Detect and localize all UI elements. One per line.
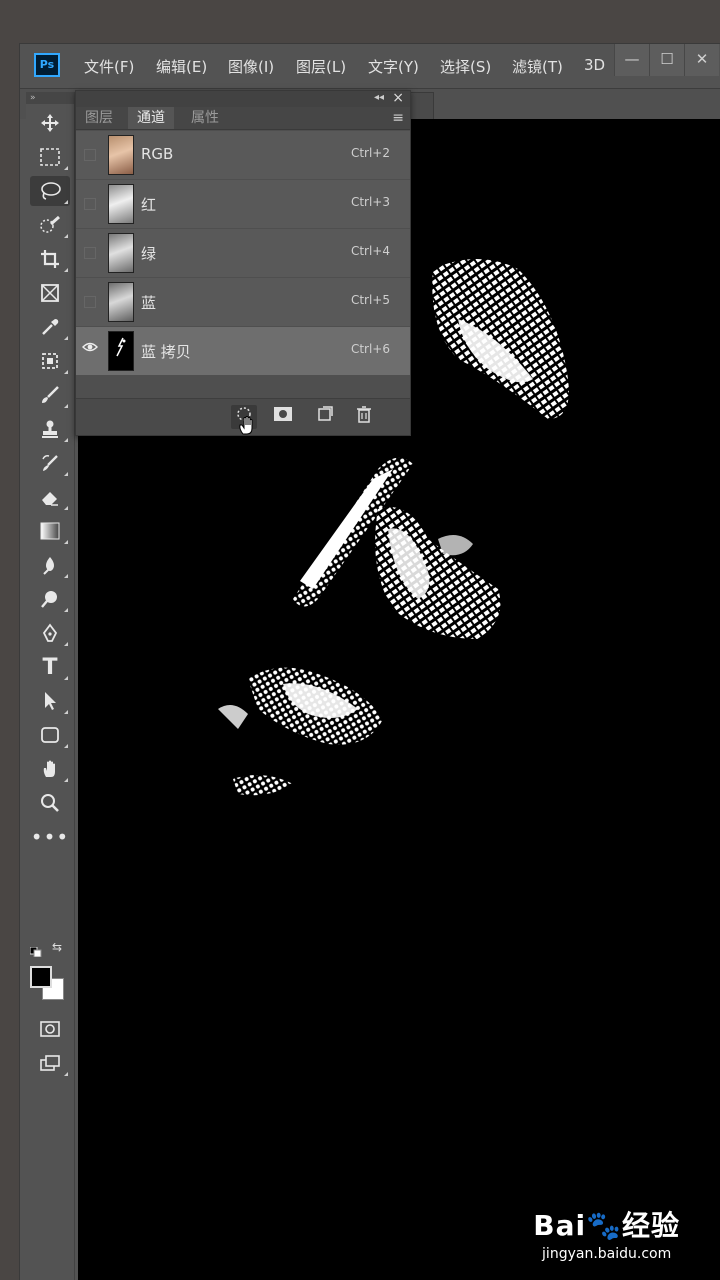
channel-shortcut: Ctrl+6 <box>350 342 390 356</box>
crop-icon[interactable] <box>30 244 70 274</box>
channel-name: RGB <box>141 145 174 163</box>
channel-row-blue-copy[interactable]: 蓝 拷贝 Ctrl+6 <box>76 327 410 375</box>
menu-file[interactable]: 文件(F) <box>84 56 134 77</box>
eraser-icon[interactable] <box>30 482 70 512</box>
menu-select[interactable]: 选择(S) <box>440 56 491 77</box>
close-panel-icon[interactable]: × <box>392 90 404 106</box>
lasso-icon[interactable] <box>30 176 70 206</box>
default-colors-icon[interactable] <box>29 942 42 958</box>
tab-channels[interactable]: 通道 <box>128 107 174 129</box>
close-button[interactable]: ✕ <box>684 44 719 76</box>
panel-header: ◂◂ × <box>76 90 410 107</box>
visibility-toggle[interactable] <box>84 247 96 259</box>
delete-channel-icon[interactable] <box>351 405 377 429</box>
path-select-icon[interactable] <box>30 686 70 716</box>
tab-layers[interactable]: 图层 <box>76 107 122 129</box>
eye-icon[interactable] <box>82 341 98 357</box>
hand-icon[interactable] <box>30 754 70 784</box>
collapse-panel-icon[interactable]: ◂◂ <box>374 92 384 103</box>
channel-row-blue[interactable]: 蓝 Ctrl+5 <box>76 278 410 326</box>
marquee-icon[interactable] <box>30 142 70 172</box>
tab-properties[interactable]: 属性 <box>182 107 228 129</box>
type-icon[interactable]: T <box>30 652 70 682</box>
channel-thumbnail <box>108 331 134 371</box>
healing-icon[interactable] <box>30 346 70 376</box>
history-brush-icon[interactable] <box>30 448 70 478</box>
channel-row-green[interactable]: 绿 Ctrl+4 <box>76 229 410 277</box>
panel-footer <box>76 398 410 435</box>
channel-shortcut: Ctrl+5 <box>350 293 390 307</box>
document-tab[interactable] <box>408 92 434 120</box>
eyedropper-icon[interactable] <box>30 312 70 342</box>
watermark: Bai🐾经验 jingyan.baidu.com <box>533 1209 680 1262</box>
brush-icon[interactable] <box>30 380 70 410</box>
zoom-icon[interactable] <box>30 788 70 818</box>
stamp-icon[interactable] <box>30 414 70 444</box>
minimize-button[interactable]: — <box>614 44 649 76</box>
channel-thumbnail <box>108 184 134 224</box>
maximize-button[interactable]: ☐ <box>649 44 684 76</box>
channel-name: 红 <box>141 196 157 214</box>
swap-colors-icon[interactable]: ⇆ <box>52 940 62 954</box>
channel-row-red[interactable]: 红 Ctrl+3 <box>76 180 410 228</box>
new-channel-icon[interactable] <box>312 405 338 429</box>
toolbar-collapse[interactable]: » <box>26 92 74 104</box>
menu-type[interactable]: 文字(Y) <box>368 56 419 77</box>
menu-bar: Ps 文件(F) 编辑(E) 图像(I) 图层(L) 文字(Y) 选择(S) 滤… <box>20 44 720 89</box>
menu-edit[interactable]: 编辑(E) <box>156 56 207 77</box>
menu-3d[interactable]: 3D <box>584 56 605 74</box>
move-icon[interactable] <box>30 108 70 138</box>
channel-list: RGB Ctrl+2 红 Ctrl+3 绿 Ctrl+4 蓝 Ctrl+5 蓝 … <box>76 131 410 376</box>
channel-thumbnail <box>108 282 134 322</box>
frame-icon[interactable] <box>30 278 70 308</box>
channel-name: 蓝 <box>141 294 157 312</box>
more-icon[interactable]: ••• <box>30 822 70 852</box>
channels-panel: ◂◂ × 图层 通道 属性 ≡ RGB Ctrl+2 红 Ctrl+3 绿 Ct… <box>75 90 411 436</box>
dodge-icon[interactable] <box>30 584 70 614</box>
menu-filter[interactable]: 滤镜(T) <box>512 56 563 77</box>
screen-mode-icon[interactable] <box>30 1048 70 1078</box>
visibility-toggle[interactable] <box>84 296 96 308</box>
channel-name: 蓝 拷贝 <box>141 343 191 361</box>
pen-icon[interactable] <box>30 618 70 648</box>
channel-row-rgb[interactable]: RGB Ctrl+2 <box>76 131 410 179</box>
shape-icon[interactable] <box>30 720 70 750</box>
ps-logo: Ps <box>34 53 60 77</box>
visibility-toggle[interactable] <box>84 198 96 210</box>
panel-menu-icon[interactable]: ≡ <box>392 110 404 126</box>
menu-layer[interactable]: 图层(L) <box>296 56 346 77</box>
channel-shortcut: Ctrl+4 <box>350 244 390 258</box>
hand-cursor-icon <box>236 413 258 435</box>
panel-tabs: 图层 通道 属性 ≡ <box>76 107 410 130</box>
photoshop-window: Ps 文件(F) 编辑(E) 图像(I) 图层(L) 文字(Y) 选择(S) 滤… <box>20 44 720 1280</box>
menu-image[interactable]: 图像(I) <box>228 56 274 77</box>
toolbar: » T ••• ⇆ <box>26 92 75 1280</box>
channel-shortcut: Ctrl+2 <box>350 146 390 160</box>
channel-name: 绿 <box>141 245 157 263</box>
blur-icon[interactable] <box>30 550 70 580</box>
channel-thumbnail <box>108 135 134 175</box>
quick-mask-icon[interactable] <box>30 1014 70 1044</box>
channel-thumbnail <box>108 233 134 273</box>
gradient-icon[interactable] <box>30 516 70 546</box>
channel-shortcut: Ctrl+3 <box>350 195 390 209</box>
quick-select-icon[interactable] <box>30 210 70 240</box>
foreground-color-swatch[interactable] <box>30 966 52 988</box>
visibility-toggle[interactable] <box>84 149 96 161</box>
save-selection-as-channel-icon[interactable] <box>270 405 296 429</box>
